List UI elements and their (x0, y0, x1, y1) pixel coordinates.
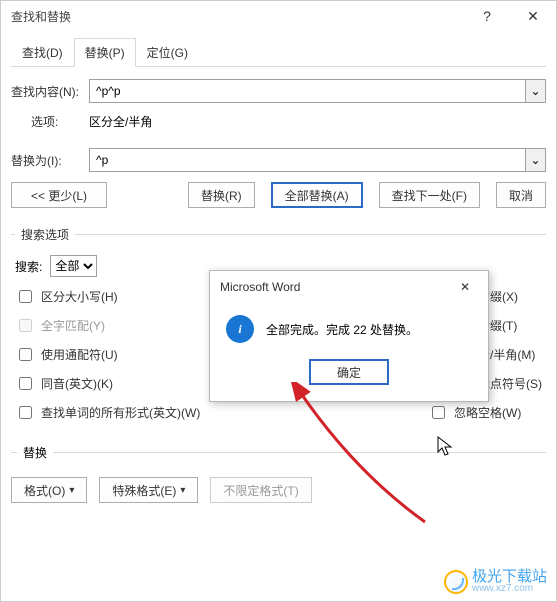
dialog-titlebar: Microsoft Word ✕ (210, 271, 488, 303)
special-format-button[interactable]: 特殊格式(E)▾ (99, 477, 198, 503)
watermark: 极光下载站 www.xz7.com (444, 569, 547, 594)
less-button[interactable]: << 更少(L) (11, 182, 107, 208)
replace-label: 替换为(I): (11, 152, 89, 169)
dialog-body: i 全部完成。完成 22 处替换。 (210, 303, 488, 349)
find-combobox[interactable]: ⌄ (89, 79, 546, 103)
action-button-row: << 更少(L) 替换(R) 全部替换(A) 查找下一处(F) 取消 (11, 182, 546, 208)
tabs: 查找(D) 替换(P) 定位(G) (11, 37, 546, 67)
chevron-down-icon: ⌄ (530, 84, 540, 98)
replace-dropdown-button[interactable]: ⌄ (525, 149, 545, 171)
tab-find[interactable]: 查找(D) (11, 38, 74, 67)
options-row: 选项: 区分全/半角 (11, 113, 546, 130)
watermark-url: www.xz7.com (472, 584, 547, 594)
info-icon: i (226, 315, 254, 343)
options-value: 区分全/半角 (89, 113, 152, 130)
options-label: 选项: (11, 113, 89, 130)
confirmation-dialog: Microsoft Word ✕ i 全部完成。完成 22 处替换。 确定 (209, 270, 489, 402)
replace-row: 替换为(I): ⌄ (11, 148, 546, 172)
dialog-footer: 确定 (210, 349, 488, 401)
window-close-button[interactable]: ✕ (510, 1, 556, 31)
replace-combobox[interactable]: ⌄ (89, 148, 546, 172)
search-direction-select[interactable]: 全部 (50, 255, 97, 277)
find-row: 查找内容(N): ⌄ (11, 79, 546, 103)
find-next-button[interactable]: 查找下一处(F) (379, 182, 480, 208)
chevron-down-icon: ⌄ (530, 153, 540, 167)
replace-button[interactable]: 替换(R) (188, 182, 255, 208)
search-direction-label: 搜索: (15, 258, 42, 275)
chk-ignore-space[interactable]: 忽略空格(W) (428, 403, 542, 422)
replace-all-button[interactable]: 全部替换(A) (271, 182, 363, 208)
dialog-title: Microsoft Word (220, 280, 450, 294)
ok-button[interactable]: 确定 (309, 359, 389, 385)
search-options-legend: 搜索选项 (15, 226, 75, 243)
find-label: 查找内容(N): (11, 83, 89, 100)
titlebar: 查找和替换 ? ✕ (1, 1, 556, 31)
dialog-message: 全部完成。完成 22 处替换。 (266, 321, 418, 338)
no-format-button: 不限定格式(T) (210, 477, 311, 503)
help-button[interactable]: ? (464, 1, 510, 31)
chk-word-forms[interactable]: 查找单词的所有形式(英文)(W) (15, 403, 335, 422)
tab-goto[interactable]: 定位(G) (136, 38, 199, 67)
format-button-row: 格式(O)▾ 特殊格式(E)▾ 不限定格式(T) (11, 477, 546, 503)
watermark-logo-icon (444, 570, 468, 594)
format-button[interactable]: 格式(O)▾ (11, 477, 87, 503)
dialog-close-button[interactable]: ✕ (450, 272, 480, 302)
watermark-text: 极光下载站 (472, 569, 547, 584)
replace-input[interactable] (90, 149, 525, 171)
find-input[interactable] (90, 80, 525, 102)
cancel-button[interactable]: 取消 (496, 182, 546, 208)
chevron-down-icon: ▾ (69, 485, 74, 496)
replace-section-label: 替换 (17, 444, 53, 461)
replace-format-section: 替换 格式(O)▾ 特殊格式(E)▾ 不限定格式(T) (11, 452, 546, 503)
tab-replace[interactable]: 替换(P) (74, 38, 136, 67)
chevron-down-icon: ▾ (180, 485, 185, 496)
close-icon: ✕ (460, 280, 470, 294)
close-icon: ✕ (527, 8, 539, 25)
find-dropdown-button[interactable]: ⌄ (525, 80, 545, 102)
window-title: 查找和替换 (11, 8, 464, 25)
